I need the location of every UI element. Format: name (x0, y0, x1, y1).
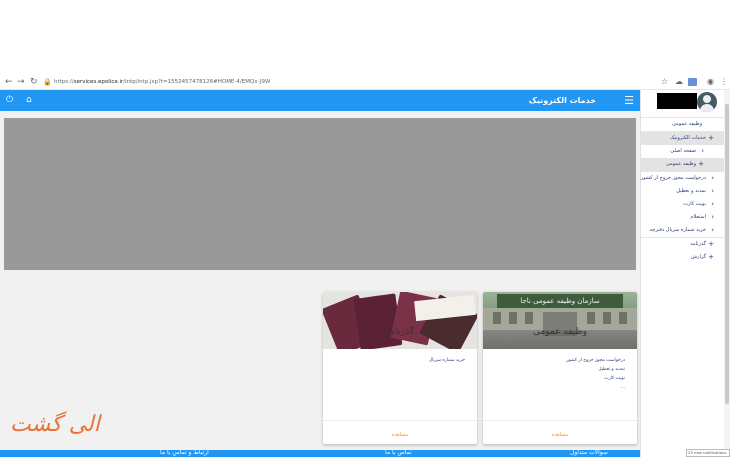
view-button[interactable]: مشاهده (392, 432, 409, 438)
building-sign-text: سازمان وظیفه عمومی ناجا (520, 297, 600, 305)
top-bar: ⏻ ⌂ خدمات الکترونیک ☰ (0, 90, 640, 111)
reload-icon[interactable]: ↻ (30, 76, 38, 88)
sidebar-item[interactable]: ‹ درخواست مجوز خروج از کشور (641, 172, 730, 185)
sidebar-item[interactable]: ‹ خرید شماره سریال دفترچه (641, 224, 730, 237)
lock-icon: 🔒 (43, 78, 52, 86)
card-footer: مشاهده (483, 420, 637, 444)
browser-toolbar: ← → ↻ 🔒 https://services.epolice.ir/intp… (0, 74, 730, 90)
back-icon[interactable]: ← (5, 76, 13, 88)
passport-image (323, 292, 477, 349)
extension-icon[interactable] (688, 78, 697, 86)
sidebar-item-label: خرید شماره سریال دفترچه (649, 227, 706, 233)
forward-icon[interactable]: → (17, 76, 25, 88)
card-item-more: ... (620, 385, 625, 390)
sidebar: وظیفه عمومی + خدمات الکترونیک ‹ صفحه اصلی + وظ… (640, 90, 730, 457)
chevron-left-icon: ‹ (711, 213, 714, 221)
bookmark-star-icon[interactable]: ☆ (661, 77, 668, 87)
chevron-left-icon: ‹ (701, 147, 704, 155)
blank-top-area (0, 0, 730, 74)
sidebar-item-label: نوبت کارت (683, 201, 706, 207)
view-button[interactable]: مشاهده (552, 432, 569, 438)
extension-cloud-icon[interactable]: ☁ (675, 77, 683, 87)
building-sign: سازمان وظیفه عمومی ناجا (497, 294, 623, 308)
page-title: خدمات الکترونیک (528, 96, 596, 105)
url-domain: services.epolice.ir (73, 79, 124, 85)
sidebar-item-label: تمدید و تعطیل (676, 188, 706, 194)
footer-link-contact-info[interactable]: ارتباط و تماس با ما (160, 449, 209, 457)
hamburger-menu-icon[interactable]: ☰ (624, 95, 634, 106)
sidebar-item-label: وظیفه عمومی (665, 161, 696, 167)
sidebar-item-label: صفحه اصلی (670, 148, 696, 154)
sidebar-item-label: خدمات الکترونیک (670, 135, 706, 141)
chevron-left-icon: ‹ (711, 174, 714, 182)
card-item-link[interactable]: نوبت کارت (566, 374, 625, 383)
watermark-logo: الی گشت (10, 412, 100, 437)
plus-icon: + (708, 240, 714, 248)
home-icon[interactable]: ⌂ (26, 94, 32, 106)
sidebar-item[interactable]: ‹ نوبت کارت (641, 198, 730, 211)
sidebar-menu: وظیفه عمومی + خدمات الکترونیک ‹ صفحه اصلی + وظ… (641, 118, 730, 264)
sidebar-item-label: گزارش (690, 254, 706, 260)
sidebar-item-label: درخواست مجوز خروج از کشور (640, 175, 706, 181)
military-building-image: سازمان وظیفه عمومی ناجا (483, 292, 637, 349)
windows-notification[interactable]: 23 new notifications (686, 449, 730, 457)
sidebar-item-label: گذرنامه (690, 241, 706, 247)
user-profile (641, 90, 730, 117)
footer-link-contact-us[interactable]: تماس با ما (385, 449, 412, 457)
card-caption: گذرنامه (385, 327, 415, 337)
card-item-link[interactable]: درخواست مجوز خروج از کشور (566, 356, 625, 365)
banner-slider (4, 118, 636, 270)
account-icon[interactable]: ◉ (707, 77, 714, 87)
chevron-left-icon: ‹ (711, 226, 714, 234)
sidebar-item[interactable]: ‹ صفحه اصلی (641, 145, 730, 158)
url-prefix: https:// (54, 79, 74, 85)
sidebar-item-label: استعلام (690, 214, 706, 220)
page: ⏻ ⌂ خدمات الکترونیک ☰ گذرنامه خرید شماره… (0, 90, 730, 457)
card-items: خرید شماره سریال (429, 356, 465, 365)
card-footer: مشاهده (323, 420, 477, 444)
address-bar[interactable]: https://services.epolice.ir/intp/intp.js… (54, 77, 270, 87)
sidebar-item[interactable]: + وظیفه عمومی (641, 158, 730, 171)
redacted-username (657, 93, 697, 109)
sidebar-item[interactable]: وظیفه عمومی (641, 118, 730, 131)
plus-icon: + (708, 134, 714, 142)
browser-menu-icon[interactable]: ⋮ (720, 77, 728, 87)
card-item-link[interactable]: تمدید و تعطیل (566, 365, 625, 374)
sidebar-item[interactable]: ‹ تمدید و تعطیل (641, 185, 730, 198)
card-caption: وظیفه عمومی (532, 327, 587, 337)
url-path: /intp/intp.jsp?t=1552457478126#HOME-4/EM… (123, 79, 271, 85)
power-icon[interactable]: ⏻ (6, 94, 13, 106)
footer-bar: ارتباط و تماس با ما تماس با ما سوالات مت… (0, 449, 640, 457)
sidebar-item[interactable]: + گذرنامه (641, 238, 730, 251)
card-passport: گذرنامه خرید شماره سریال مشاهده (323, 292, 477, 444)
card-military-service: سازمان وظیفه عمومی ناجا وظیفه عمومی درخو… (483, 292, 637, 444)
sidebar-item[interactable]: ‹ استعلام (641, 211, 730, 224)
chevron-left-icon: ‹ (711, 187, 714, 195)
sidebar-item[interactable]: + خدمات الکترونیک (641, 132, 730, 145)
footer-link-faq[interactable]: سوالات متداول (570, 449, 608, 457)
plus-icon: + (698, 160, 704, 168)
sidebar-scrollbar[interactable] (724, 90, 730, 457)
card-item-link[interactable]: خرید شماره سریال (429, 356, 465, 365)
card-items: درخواست مجوز خروج از کشور تمدید و تعطیل … (566, 356, 625, 392)
avatar[interactable] (697, 92, 717, 112)
sidebar-item[interactable]: + گزارش (641, 251, 730, 264)
scrollbar-thumb[interactable] (725, 104, 729, 404)
chevron-left-icon: ‹ (711, 200, 714, 208)
plus-icon: + (708, 253, 714, 261)
sidebar-item-label: وظیفه عمومی (671, 121, 702, 127)
